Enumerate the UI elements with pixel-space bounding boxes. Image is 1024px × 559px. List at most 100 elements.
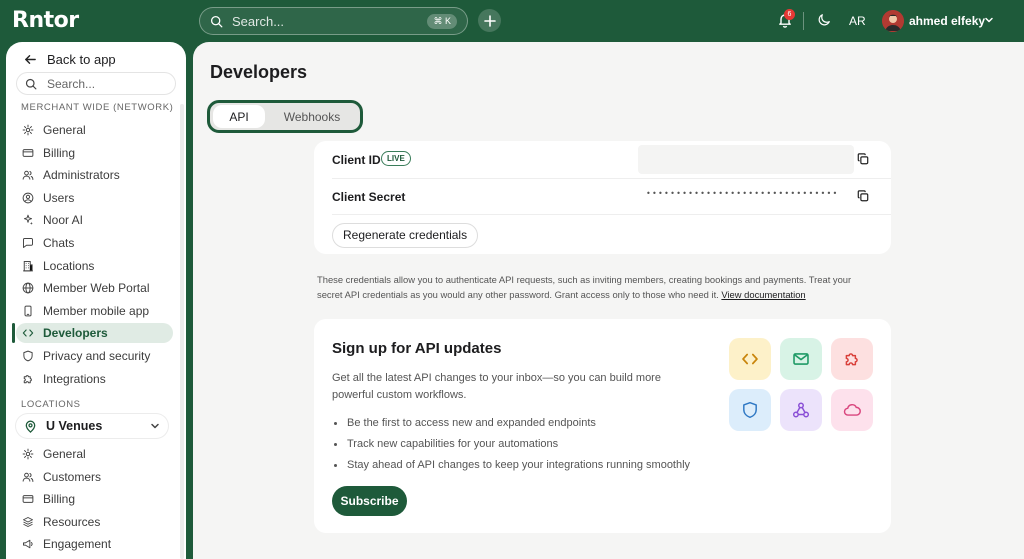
sidebar-item-member-web-portal[interactable]: Member Web Portal: [16, 278, 173, 298]
user-menu-chevron-icon[interactable]: [984, 15, 994, 25]
client-secret-label: Client Secret: [332, 190, 406, 204]
top-bar: Rntor Search... ⌘ K 6 AR ahmed elfeky: [0, 0, 1024, 42]
sidebar-item-locations[interactable]: Locations: [16, 256, 173, 276]
sidebar-item-label: Engagement: [43, 537, 112, 552]
developer-tabs: API Webhooks: [207, 100, 363, 133]
global-search-input[interactable]: Search... ⌘ K: [199, 7, 468, 35]
client-id-value[interactable]: [638, 145, 854, 174]
main-content: Developers API Webhooks Client ID LIVE C…: [193, 42, 1024, 559]
sidebar-item-label: Member mobile app: [43, 303, 150, 318]
user-circle-icon: [22, 192, 34, 204]
row-divider: [332, 178, 891, 179]
credentials-note: These credentials allow you to authentic…: [317, 272, 877, 302]
venue-name: U Venues: [46, 419, 103, 433]
user-name[interactable]: ahmed elfeky: [909, 14, 985, 28]
copy-icon: [857, 153, 869, 165]
copy-client-id-button[interactable]: [857, 153, 869, 165]
users-icon: [22, 471, 34, 483]
api-updates-description: Get all the latest API changes to your i…: [332, 372, 661, 401]
sidebar-item-administrators[interactable]: Administrators: [16, 165, 173, 185]
sidebar-item-customers[interactable]: Customers: [16, 467, 173, 487]
theme-toggle-button[interactable]: [817, 13, 831, 27]
card-icon: [22, 147, 34, 159]
card-icon: [22, 493, 34, 505]
webhook-icon: [792, 401, 810, 419]
topbar-divider: [803, 12, 804, 30]
section-title-locations: LOCATIONS: [21, 399, 81, 410]
sidebar-item-billing[interactable]: Billing: [16, 489, 173, 509]
sidebar-item-noor-ai[interactable]: Noor AI: [16, 210, 173, 230]
subscribe-button[interactable]: Subscribe: [332, 486, 407, 516]
cloud-icon: [843, 401, 861, 419]
megaphone-icon: [22, 538, 34, 550]
puzzle-icon: [843, 350, 861, 368]
sidebar-item-general[interactable]: General: [16, 444, 173, 464]
api-updates-title: Sign up for API updates: [332, 340, 502, 357]
sidebar-item-label: Resources: [43, 514, 101, 529]
regenerate-credentials-button[interactable]: Regenerate credentials: [332, 223, 479, 248]
gear-icon: [22, 448, 34, 460]
back-to-app-link[interactable]: Back to app: [24, 52, 116, 67]
sidebar-item-billing[interactable]: Billing: [16, 143, 173, 163]
sidebar-item-label: Developers: [43, 326, 108, 341]
puzzle-icon: [22, 373, 34, 385]
search-icon: [210, 15, 223, 28]
sidebar-item-privacy-and-security[interactable]: Privacy and security: [16, 346, 173, 366]
chevron-down-icon: [151, 423, 159, 429]
sidebar-item-engagement[interactable]: Engagement: [16, 534, 173, 554]
language-switch[interactable]: AR: [849, 14, 866, 28]
feature-tile: [780, 338, 822, 380]
shield-icon: [22, 350, 34, 362]
search-placeholder: Search...: [232, 13, 285, 29]
list-item: Be the first to access new and expanded …: [333, 415, 690, 436]
sidebar-search-placeholder: Search...: [47, 76, 96, 91]
stack-icon: [22, 516, 34, 528]
page-title: Developers: [210, 62, 308, 82]
sidebar-item-integrations[interactable]: Integrations: [16, 369, 173, 389]
sidebar-item-users[interactable]: Users: [16, 188, 173, 208]
sidebar-item-label: Integrations: [43, 371, 106, 386]
sidebar-scrollbar[interactable]: [180, 104, 184, 559]
sidebar-item-resources[interactable]: Resources: [16, 512, 173, 532]
mail-icon: [792, 350, 810, 368]
notification-count-badge: 6: [784, 9, 795, 20]
copy-client-secret-button[interactable]: [857, 190, 869, 202]
avatar[interactable]: [882, 10, 904, 32]
tab-webhooks[interactable]: Webhooks: [269, 105, 355, 128]
view-documentation-link[interactable]: View documentation: [721, 289, 805, 300]
gear-icon: [22, 124, 34, 136]
phone-icon: [22, 305, 34, 317]
feature-tile: [729, 338, 771, 380]
sidebar-item-member-mobile-app[interactable]: Member mobile app: [16, 301, 173, 321]
active-indicator: [12, 323, 15, 344]
sparkle-icon: [22, 214, 34, 226]
sidebar-item-chats[interactable]: Chats: [16, 233, 173, 253]
moon-icon: [818, 14, 830, 26]
sidebar-item-label: Billing: [43, 145, 76, 160]
client-id-label: Client ID: [332, 153, 381, 167]
map-pin-icon: [25, 420, 36, 433]
app-logo[interactable]: Rntor: [12, 8, 79, 33]
search-icon: [25, 78, 37, 89]
sidebar-item-developers[interactable]: Developers: [16, 323, 173, 344]
add-button[interactable]: [478, 9, 501, 32]
building-icon: [22, 260, 34, 272]
chat-icon: [22, 237, 34, 249]
sidebar-item-general[interactable]: General: [16, 120, 173, 140]
back-to-app-label: Back to app: [47, 52, 116, 67]
sidebar-item-label: Chats: [43, 236, 75, 250]
sidebar-item-label: Billing: [43, 492, 76, 507]
sidebar-search-input[interactable]: Search...: [16, 72, 176, 95]
arrow-left-icon: [25, 55, 36, 64]
shield-icon: [741, 401, 759, 419]
sidebar-item-label: Privacy and security: [43, 349, 151, 363]
settings-sidebar: Back to app Search... MERCHANT WIDE (NET…: [6, 42, 186, 559]
globe-icon: [22, 282, 34, 294]
sidebar-item-label: Noor AI: [43, 213, 84, 228]
plus-icon: [483, 14, 496, 27]
live-badge: LIVE: [381, 151, 411, 166]
tab-api[interactable]: API: [213, 105, 265, 128]
sidebar-item-label: General: [43, 447, 86, 461]
row-divider: [332, 214, 891, 215]
venue-selector[interactable]: U Venues: [16, 414, 168, 438]
